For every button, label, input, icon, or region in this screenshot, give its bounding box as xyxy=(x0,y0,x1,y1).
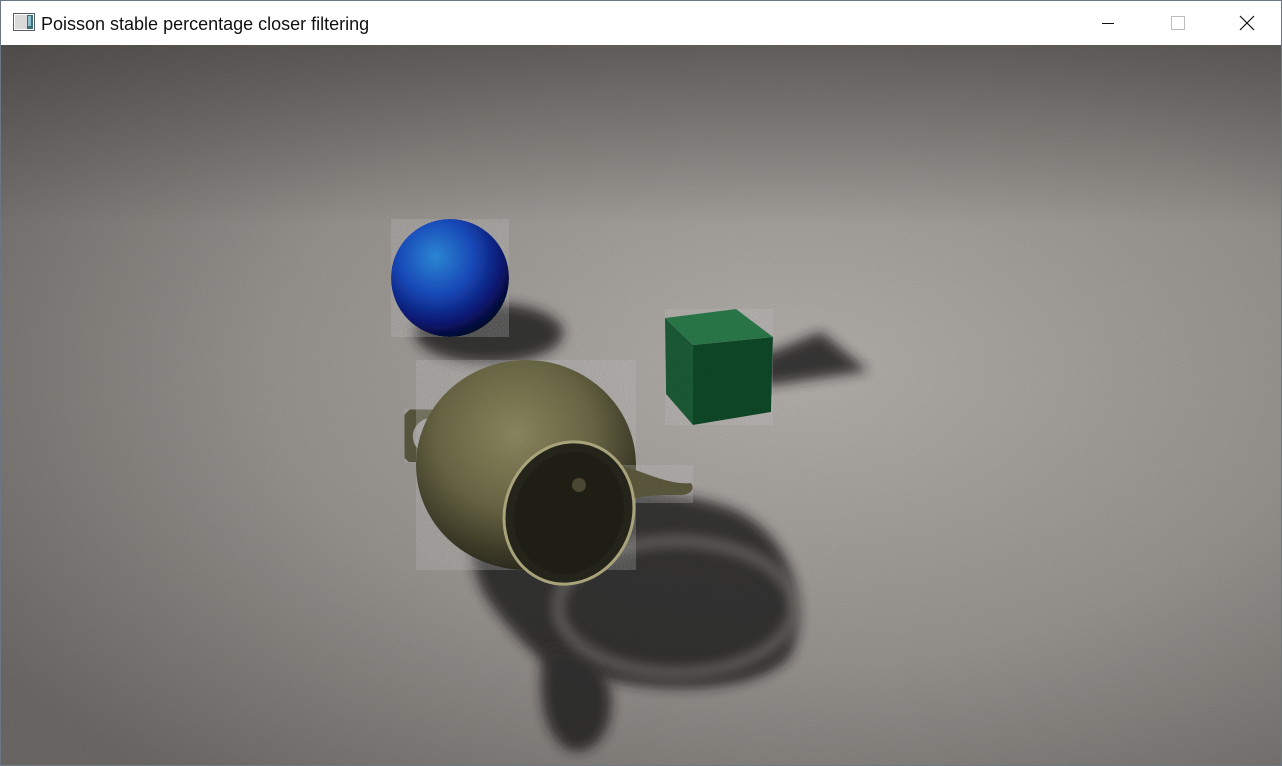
blue-sphere xyxy=(391,219,509,337)
window-title: Poisson stable percentage closer filteri… xyxy=(41,14,370,34)
render-viewport[interactable] xyxy=(1,45,1281,765)
app-window: Poisson stable percentage closer filteri… xyxy=(0,0,1282,766)
minimize-button[interactable] xyxy=(1073,1,1143,45)
title-bar[interactable]: Poisson stable percentage closer filteri… xyxy=(1,1,1281,45)
maximize-icon xyxy=(1171,16,1185,30)
close-button[interactable] xyxy=(1212,1,1281,45)
close-icon xyxy=(1239,15,1255,31)
maximize-button[interactable] xyxy=(1143,1,1213,45)
green-cube xyxy=(665,309,773,425)
minimize-icon xyxy=(1102,23,1114,24)
scene-canvas xyxy=(1,45,1281,765)
opengl-window-icon xyxy=(13,13,35,31)
